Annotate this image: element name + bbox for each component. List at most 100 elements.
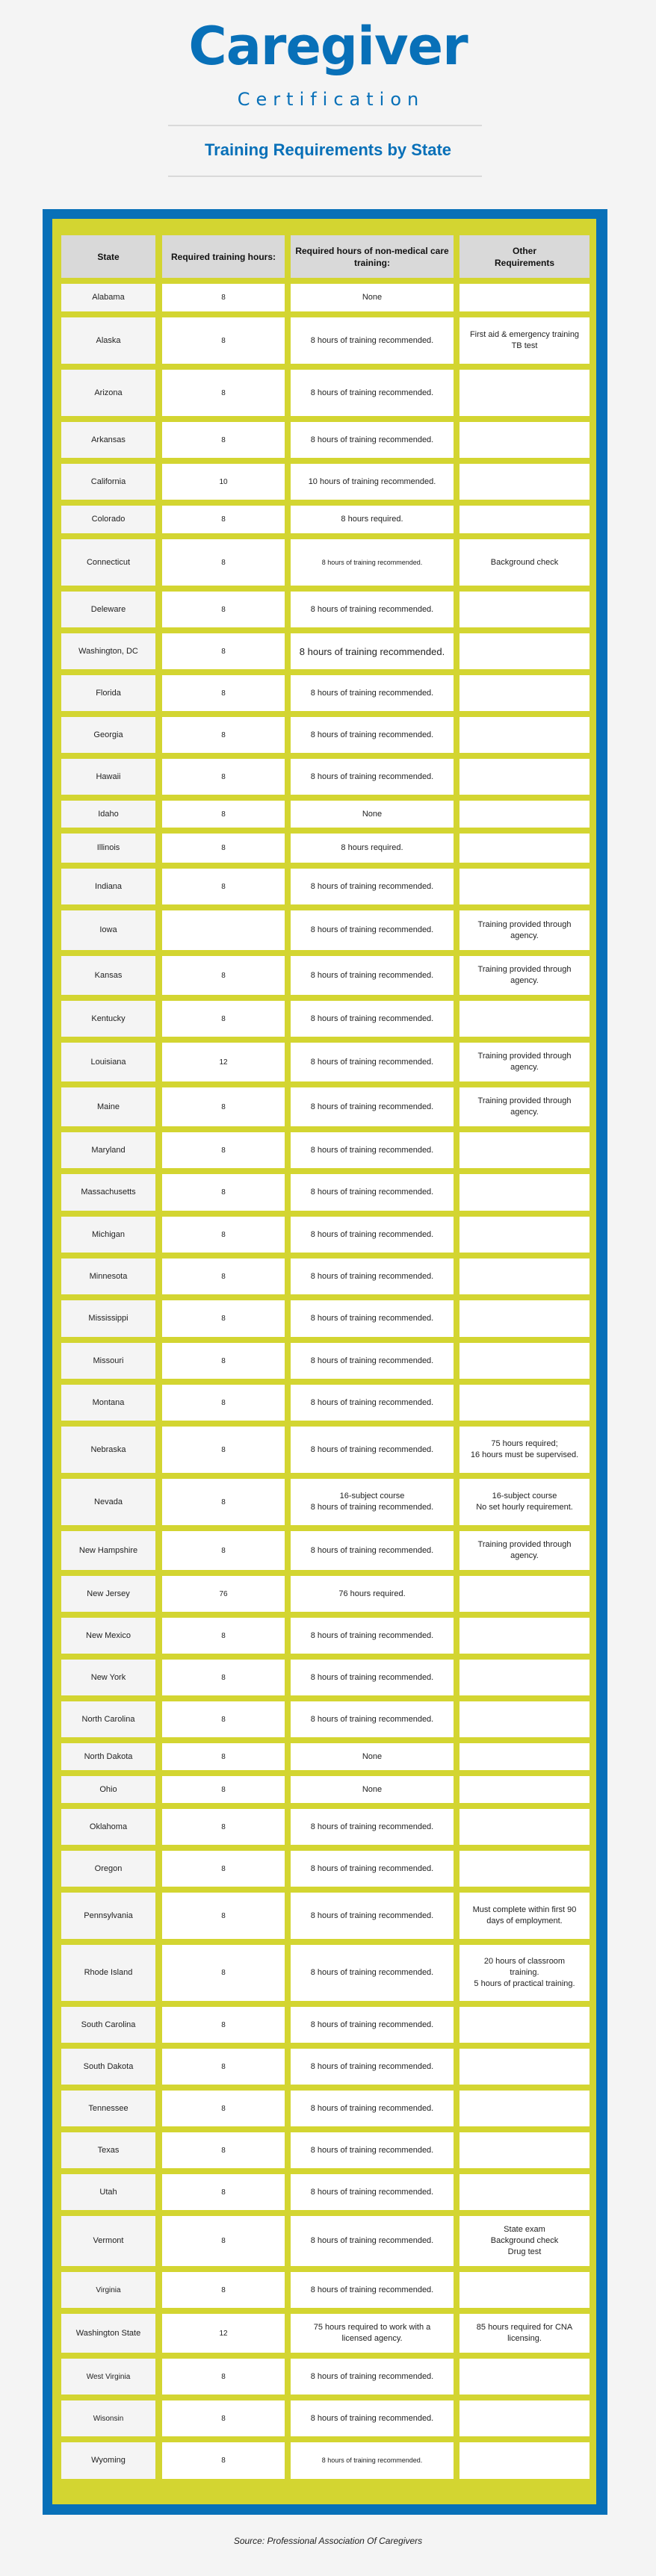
state-cell: Texas	[61, 2132, 155, 2168]
non-medical-cell: 8 hours of training recommended.	[291, 1701, 454, 1737]
non-medical-cell: 8 hours of training recommended.	[291, 675, 454, 711]
other-requirements-cell: Training provided through agency.	[459, 1043, 590, 1081]
state-cell: Pennsylvania	[61, 1893, 155, 1939]
other-requirements-cell: First aid & emergency training TB test	[459, 317, 590, 364]
other-requirements-cell	[459, 1132, 590, 1168]
state-cell: West Virginia	[61, 2359, 155, 2395]
non-medical-cell: 8 hours of training recommended.	[291, 1001, 454, 1037]
other-requirements-cell	[459, 717, 590, 753]
table-header-row: State Required training hours: Required …	[52, 235, 596, 278]
required-hours-cell: 8	[162, 1945, 285, 2001]
table-row: Iowa 8 hours of training recommended. Trai…	[52, 910, 596, 950]
state-cell: Alaska	[61, 317, 155, 364]
other-requirements-cell: Training provided through agency.	[459, 1087, 590, 1126]
other-requirements-cell	[459, 1743, 590, 1770]
required-hours-cell: 8	[162, 717, 285, 753]
state-cell: Nevada	[61, 1479, 155, 1525]
table-row: Connecticut 8 8 hours of training recommen…	[52, 539, 596, 586]
table-row: South Carolina 8 8 hours of training recom…	[52, 2007, 596, 2043]
non-medical-cell: 8 hours of training recommended.	[291, 1809, 454, 1845]
required-hours-cell: 8	[162, 1427, 285, 1473]
non-medical-cell: 8 hours of training recommended.	[291, 2442, 454, 2479]
non-medical-cell: 8 hours of training recommended.	[291, 2400, 454, 2436]
state-cell: Illinois	[61, 834, 155, 863]
required-hours-cell: 8	[162, 2400, 285, 2436]
table-row: Colorado 8 8 hours required.	[52, 506, 596, 533]
table-row: Utah 8 8 hours of training recommended.	[52, 2174, 596, 2210]
table-row: California 10 10 hours of training recomme…	[52, 464, 596, 500]
non-medical-cell: 8 hours of training recommended.	[291, 1427, 454, 1473]
other-requirements-cell	[459, 1576, 590, 1612]
state-cell: Tennessee	[61, 2091, 155, 2126]
bottom-divider	[168, 176, 482, 177]
non-medical-cell: 8 hours of training recommended.	[291, 1531, 454, 1570]
non-medical-cell: 75 hours required to work with a license…	[291, 2314, 454, 2353]
non-medical-cell: 8 hours of training recommended.	[291, 1618, 454, 1654]
other-requirements-cell	[459, 464, 590, 500]
non-medical-cell: 8 hours of training recommended.	[291, 2049, 454, 2085]
required-hours-cell: 8	[162, 1776, 285, 1803]
table-row: Michigan 8 8 hours of training recommended…	[52, 1217, 596, 1253]
state-cell: Kansas	[61, 956, 155, 995]
state-cell: Arizona	[61, 370, 155, 416]
source-citation: Source: Professional Association Of Care…	[233, 2536, 423, 2546]
non-medical-cell: 8 hours of training recommended.	[291, 759, 454, 795]
top-divider	[168, 125, 482, 126]
table-row: Florida 8 8 hours of training recommended.	[52, 675, 596, 711]
table-row: Arkansas 8 8 hours of training recommended…	[52, 422, 596, 458]
required-hours-cell: 8	[162, 1809, 285, 1845]
required-hours-cell: 8	[162, 1087, 285, 1126]
non-medical-cell: 8 hours of training recommended.	[291, 2091, 454, 2126]
required-hours-cell: 8	[162, 1660, 285, 1695]
non-medical-cell: 8 hours of training recommended.	[291, 1174, 454, 1211]
required-hours-cell: 12	[162, 2314, 285, 2353]
state-cell: Montana	[61, 1385, 155, 1421]
other-requirements-cell: Background check	[459, 539, 590, 586]
other-requirements-cell	[459, 1174, 590, 1211]
non-medical-cell: 8 hours of training recommended.	[291, 717, 454, 753]
required-hours-cell: 8	[162, 506, 285, 533]
table-row: New York 8 8 hours of training recommended…	[52, 1660, 596, 1695]
non-medical-cell: 8 hours of training recommended.	[291, 1660, 454, 1695]
state-cell: North Dakota	[61, 1743, 155, 1770]
non-medical-cell: 8 hours of training recommended.	[291, 2132, 454, 2168]
table-row: West Virginia 8 8 hours of training recomm…	[52, 2359, 596, 2395]
table-row: Minnesota 8 8 hours of training recommende…	[52, 1258, 596, 1294]
other-requirements-cell	[459, 2174, 590, 2210]
other-requirements-cell: Training provided through agency.	[459, 1531, 590, 1570]
other-requirements-cell	[459, 759, 590, 795]
table-row: Wisonsin 8 8 hours of training recommended…	[52, 2400, 596, 2436]
non-medical-cell: 8 hours of training recommended.	[291, 317, 454, 364]
non-medical-cell: 16-subject course 8 hours of training re…	[291, 1479, 454, 1525]
other-requirements-cell	[459, 1851, 590, 1887]
column-header-other: Other Requirements	[459, 235, 590, 278]
table-row: Alaska 8 8 hours of training recommended. F…	[52, 317, 596, 364]
state-cell: South Dakota	[61, 2049, 155, 2085]
table-row: Rhode Island 8 8 hours of training recomme…	[52, 1945, 596, 2001]
required-hours-cell: 8	[162, 1300, 285, 1337]
other-requirements-cell	[459, 1701, 590, 1737]
table-row: Illinois 8 8 hours required.	[52, 834, 596, 863]
table-row: Alabama 8 None	[52, 284, 596, 311]
other-requirements-cell	[459, 1258, 590, 1294]
table-row: Indiana 8 8 hours of training recommended.	[52, 869, 596, 904]
other-requirements-cell	[459, 2007, 590, 2043]
required-hours-cell: 8	[162, 2174, 285, 2210]
table-row: Texas 8 8 hours of training recommended.	[52, 2132, 596, 2168]
state-cell: North Carolina	[61, 1701, 155, 1737]
required-hours-cell: 8	[162, 2216, 285, 2266]
required-hours-cell: 8	[162, 370, 285, 416]
other-requirements-cell	[459, 370, 590, 416]
table-row: Maine 8 8 hours of training recommended. Tr…	[52, 1087, 596, 1126]
non-medical-cell: 8 hours of training recommended.	[291, 370, 454, 416]
required-hours-cell: 8	[162, 1217, 285, 1253]
state-cell: Iowa	[61, 910, 155, 950]
non-medical-cell: 8 hours of training recommended.	[291, 1343, 454, 1379]
required-hours-cell: 8	[162, 2359, 285, 2395]
required-hours-cell: 8	[162, 317, 285, 364]
table-row: Kansas 8 8 hours of training recommended. T…	[52, 956, 596, 995]
required-hours-cell: 8	[162, 2007, 285, 2043]
state-cell: Minnesota	[61, 1258, 155, 1294]
state-cell: Nebraska	[61, 1427, 155, 1473]
table-row: Ohio 8 None	[52, 1776, 596, 1803]
